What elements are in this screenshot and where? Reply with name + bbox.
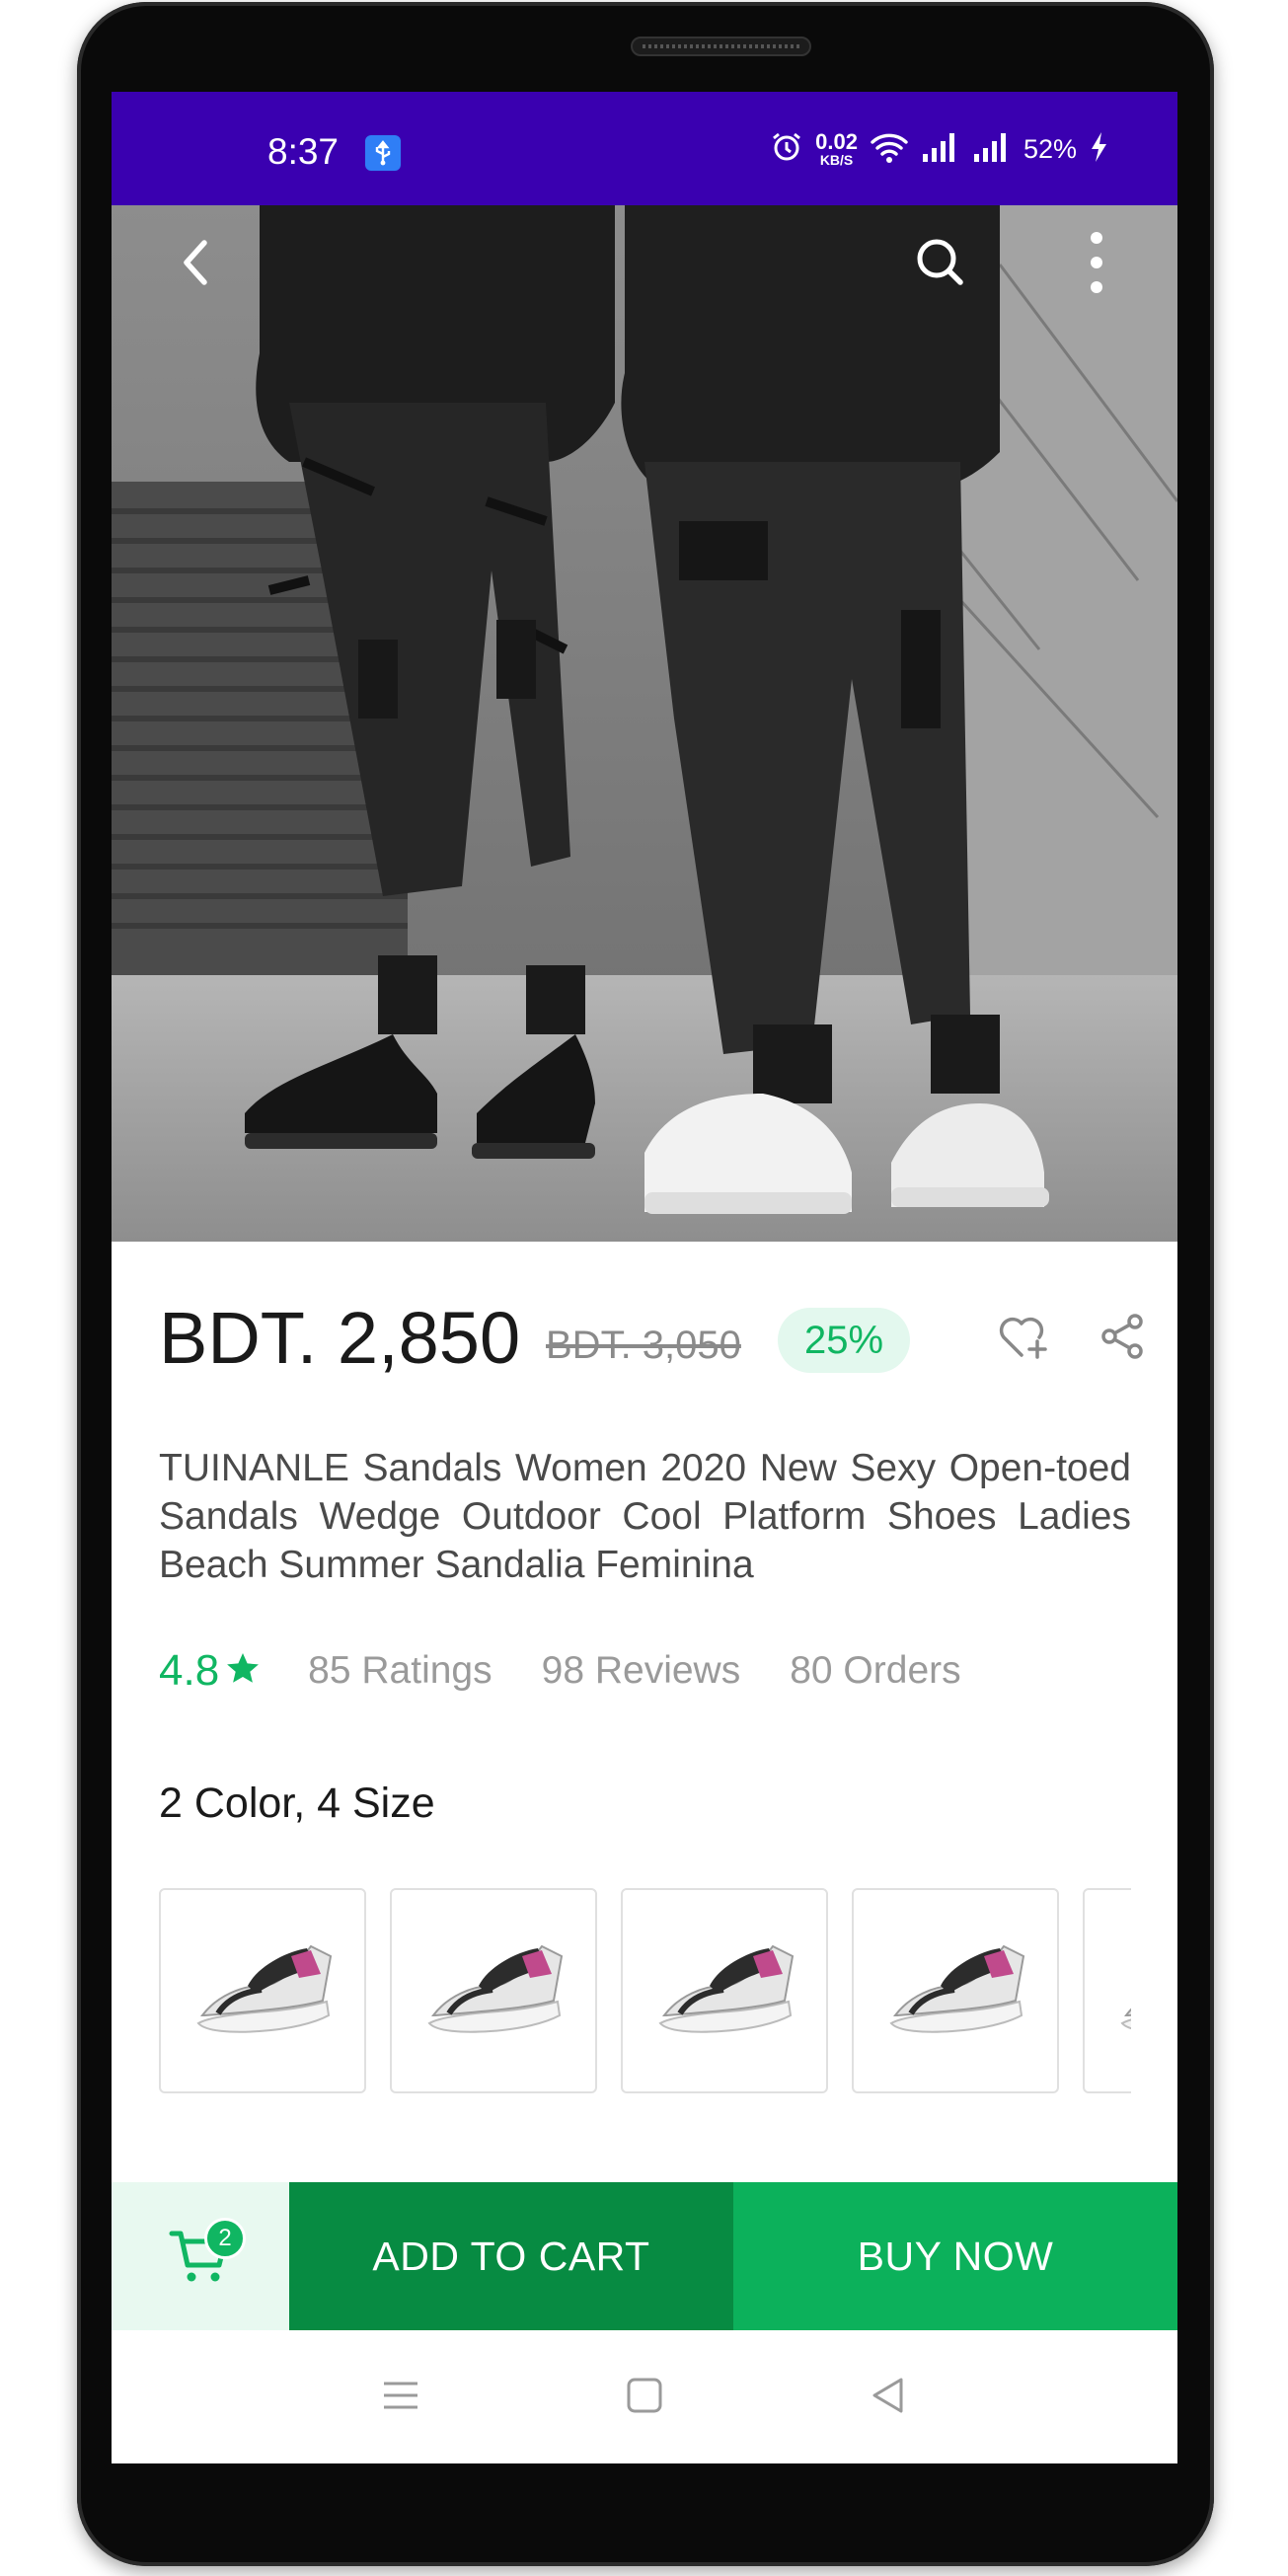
recent-apps-button[interactable] [371,2368,430,2427]
star-icon [225,1646,261,1696]
sandal-image [1120,2008,1131,2030]
variant-thumbnail[interactable] [1083,1888,1131,2093]
variant-thumbnail[interactable] [852,1888,1059,2093]
wifi-icon [870,130,909,169]
back-nav-button[interactable] [859,2368,918,2427]
sandal-image [889,1944,1025,2033]
earpiece-speaker [631,37,811,56]
chevron-left-icon [177,237,216,293]
charging-icon [1089,131,1108,168]
discount-badge: 25% [778,1308,910,1373]
orders-count: 80 Orders [790,1649,961,1692]
product-title: TUINANLE Sandals Women 2020 New Sexy Ope… [159,1447,1131,1586]
variant-thumbnails [159,1888,1131,2095]
ratings-count[interactable]: 85 Ratings [308,1649,492,1693]
square-icon [626,2377,663,2419]
variant-thumbnail[interactable] [621,1888,828,2093]
back-button[interactable] [159,227,234,302]
alarm-icon [770,130,803,169]
home-button[interactable] [615,2368,674,2427]
status-time: 8:37 [267,131,340,172]
net-speed-value: 0.02 [815,129,858,154]
search-button[interactable] [903,227,978,302]
menu-lines-icon [381,2379,420,2417]
app-screen: 8:37 0.02 KB/S 52% BDT. 2,850 BDT. 3,050… [112,92,1177,2463]
status-indicators: 0.02 KB/S 52% [770,127,1108,171]
cart-count-badge: 2 [204,2218,246,2259]
price-row: BDT. 2,850 BDT. 3,050 25% [159,1286,1143,1385]
rating-value: 4.8 [159,1646,220,1695]
variant-thumbnail[interactable] [159,1888,366,2093]
variant-thumbnail[interactable] [390,1888,597,2093]
search-icon [913,235,968,295]
sandal-image [658,1944,795,2033]
product-image[interactable] [112,205,1177,1242]
net-speed-unit: KB/S [819,152,854,168]
buy-now-button[interactable]: BUY NOW [733,2182,1177,2330]
original-price: BDT. 3,050 [546,1324,741,1367]
net-speed: 0.02 KB/S [815,129,858,168]
triangle-back-icon [869,2376,908,2420]
add-to-cart-button[interactable]: ADD TO CART [289,2182,733,2330]
wishlist-button[interactable] [993,1308,1054,1369]
signal-icon [921,130,960,169]
share-button[interactable] [1092,1308,1153,1369]
more-options-button[interactable] [1059,227,1134,302]
heart-plus-icon [996,1312,1051,1366]
more-vertical-icon [1087,230,1106,300]
product-stats: 4.8 85 Ratings 98 Reviews 80 Orders [159,1641,1011,1701]
usb-icon [365,135,401,171]
product-photo [112,205,1177,1242]
rating[interactable]: 4.8 [159,1646,261,1696]
status-bar: 8:37 0.02 KB/S 52% [112,92,1177,205]
battery-percent: 52% [1023,133,1077,164]
reviews-count[interactable]: 98 Reviews [542,1649,741,1693]
signal-icon [972,130,1012,169]
current-price: BDT. 2,850 [159,1297,521,1379]
share-icon [1098,1312,1147,1366]
sandal-image [427,1944,564,2033]
bottom-action-bar: 2 ADD TO CART BUY NOW [112,2182,1177,2330]
cart-button[interactable]: 2 [112,2182,289,2330]
variants-label[interactable]: 2 Color, 4 Size [159,1780,435,1828]
sandal-image [196,1944,333,2033]
system-nav-bar [112,2330,1177,2463]
